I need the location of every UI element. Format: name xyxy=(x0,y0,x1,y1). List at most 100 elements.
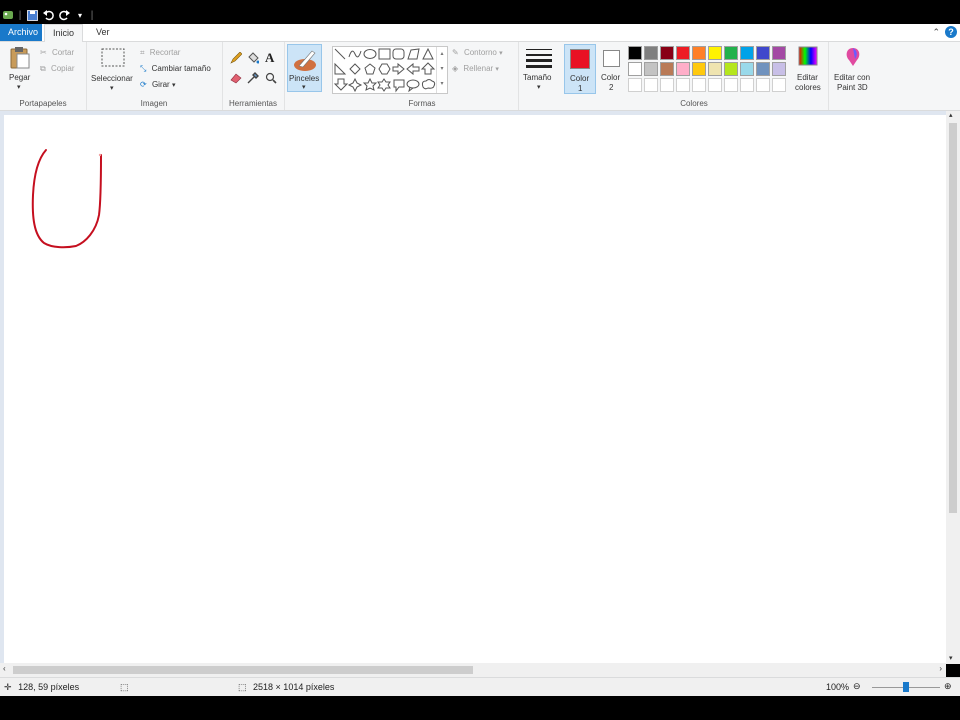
undo-icon[interactable] xyxy=(42,9,54,21)
palette-swatch[interactable] xyxy=(628,62,642,76)
line-shape-icon[interactable] xyxy=(334,48,346,60)
oval-shape-icon[interactable] xyxy=(363,49,377,59)
palette-swatch[interactable] xyxy=(644,62,658,76)
up-arrow-shape-icon[interactable] xyxy=(420,62,436,75)
editar-con-paint3d-button[interactable]: Editar con Paint 3D xyxy=(830,46,876,94)
zoom-slider-thumb[interactable] xyxy=(903,682,909,692)
rectangular-callout-shape-icon[interactable] xyxy=(393,79,405,93)
palette-swatch[interactable] xyxy=(692,62,706,76)
copiar-label: Copiar xyxy=(50,64,75,73)
save-icon[interactable] xyxy=(26,9,38,21)
tamano-button[interactable]: Tamaño ▾ xyxy=(521,46,557,94)
collapse-ribbon-icon[interactable]: ⌃ xyxy=(932,27,940,38)
vertical-scroll-thumb[interactable] xyxy=(949,123,957,513)
girar-button[interactable]: ⟳ Girar ▾ xyxy=(140,80,175,89)
copiar-button[interactable]: ⧉ Copiar xyxy=(40,64,75,74)
seleccionar-chevron-icon: ▾ xyxy=(110,85,114,92)
tab-inicio[interactable]: Inicio xyxy=(44,24,84,42)
palette-custom-slot[interactable] xyxy=(708,78,722,92)
zoom-slider[interactable] xyxy=(872,682,940,692)
palette-custom-slot[interactable] xyxy=(644,78,658,92)
palette-swatch[interactable] xyxy=(772,46,786,60)
right-arrow-shape-icon[interactable] xyxy=(392,62,405,76)
diamond-shape-icon[interactable] xyxy=(349,63,361,75)
palette-swatch[interactable] xyxy=(676,46,690,60)
eraser-icon[interactable] xyxy=(230,72,242,84)
horizontal-scrollbar[interactable]: ‹ › xyxy=(0,663,946,677)
palette-swatch[interactable] xyxy=(724,46,738,60)
contorno-button[interactable]: ✎ Contorno ▾ xyxy=(452,48,503,57)
palette-custom-slot[interactable] xyxy=(628,78,642,92)
zoom-in-icon[interactable]: ⊕ xyxy=(944,681,952,692)
palette-swatch[interactable] xyxy=(708,62,722,76)
four-point-star-shape-icon[interactable] xyxy=(347,77,363,93)
seleccionar-button[interactable]: Seleccionar ▾ xyxy=(90,46,136,94)
palette-swatch[interactable] xyxy=(740,62,754,76)
palette-swatch[interactable] xyxy=(724,62,738,76)
pentagon-shape-icon[interactable] xyxy=(364,63,376,75)
cortar-button[interactable]: ✂ Cortar xyxy=(40,48,74,57)
rellenar-button[interactable]: ◈ Rellenar ▾ xyxy=(452,64,499,73)
group-label-formas: Formas xyxy=(408,99,436,108)
shapes-scroll-controls[interactable]: ▴ ▾ ▾ xyxy=(436,47,447,93)
rounded-rectangle-shape-icon[interactable] xyxy=(392,48,405,60)
recortar-button[interactable]: ⌗ Recortar xyxy=(140,48,180,58)
color-picker-icon[interactable] xyxy=(247,72,259,84)
palette-swatch[interactable] xyxy=(740,46,754,60)
text-tool-icon[interactable]: A xyxy=(265,50,274,66)
color1-button[interactable]: Color 1 xyxy=(564,44,596,94)
vertical-scrollbar[interactable]: ▴ ▾ xyxy=(946,111,960,664)
palette-swatch[interactable] xyxy=(772,62,786,76)
palette-custom-slot[interactable] xyxy=(740,78,754,92)
palette-swatch[interactable] xyxy=(756,62,770,76)
paint-app-icon[interactable] xyxy=(2,9,14,21)
right-triangle-shape-icon[interactable] xyxy=(334,62,347,75)
palette-custom-slot[interactable] xyxy=(676,78,690,92)
hexagon-shape-icon[interactable] xyxy=(378,63,391,75)
magnifier-icon[interactable] xyxy=(265,72,277,84)
pencil-icon[interactable] xyxy=(230,52,242,64)
six-point-star-shape-icon[interactable] xyxy=(377,78,391,92)
help-icon[interactable]: ? xyxy=(945,26,957,38)
customize-qat-chevron-icon[interactable]: ▾ xyxy=(74,9,86,21)
zoom-out-icon[interactable]: ⊖ xyxy=(853,681,861,692)
palette-custom-slot[interactable] xyxy=(772,78,786,92)
palette-swatch[interactable] xyxy=(756,46,770,60)
triangle-shape-icon[interactable] xyxy=(422,47,434,60)
palette-custom-slot[interactable] xyxy=(756,78,770,92)
curve-shape-icon[interactable] xyxy=(348,50,362,58)
polygon-shape-icon[interactable] xyxy=(407,48,420,60)
scroll-up-icon[interactable]: ▴ xyxy=(949,111,953,119)
tab-ver[interactable]: Ver xyxy=(88,24,118,41)
pegar-button[interactable]: Pegar ▾ xyxy=(6,46,34,94)
scroll-down-icon[interactable]: ▾ xyxy=(949,654,953,662)
palette-swatch[interactable] xyxy=(644,46,658,60)
palette-custom-slot[interactable] xyxy=(724,78,738,92)
scroll-right-icon[interactable]: › xyxy=(939,664,942,673)
palette-swatch[interactable] xyxy=(708,46,722,60)
palette-swatch[interactable] xyxy=(692,46,706,60)
scroll-left-icon[interactable]: ‹ xyxy=(3,664,6,673)
drawing-canvas[interactable] xyxy=(4,115,946,663)
palette-custom-slot[interactable] xyxy=(692,78,706,92)
tamano-chevron-icon: ▾ xyxy=(537,84,541,91)
palette-swatch[interactable] xyxy=(628,46,642,60)
horizontal-scroll-thumb[interactable] xyxy=(13,666,473,674)
palette-custom-slot[interactable] xyxy=(660,78,674,92)
palette-swatch[interactable] xyxy=(660,62,674,76)
left-arrow-shape-icon[interactable] xyxy=(406,62,420,76)
oval-callout-shape-icon[interactable] xyxy=(406,79,420,93)
palette-swatch[interactable] xyxy=(660,46,674,60)
rectangle-shape-icon[interactable] xyxy=(378,48,391,60)
palette-swatch[interactable] xyxy=(676,62,690,76)
cambiar-tamano-button[interactable]: ⤡ Cambiar tamaño xyxy=(140,64,211,74)
color2-button[interactable]: Color 2 xyxy=(598,44,626,94)
redo-icon[interactable] xyxy=(58,9,70,21)
tab-archivo[interactable]: Archivo xyxy=(0,24,42,41)
down-arrow-shape-icon[interactable] xyxy=(333,78,349,91)
editar-colores-button[interactable]: Editar colores xyxy=(792,46,826,94)
five-point-star-shape-icon[interactable] xyxy=(362,77,378,91)
pinceles-button[interactable]: Pinceles ▾ xyxy=(287,44,322,92)
fill-bucket-icon[interactable] xyxy=(247,52,259,64)
cloud-callout-shape-icon[interactable] xyxy=(421,79,436,90)
